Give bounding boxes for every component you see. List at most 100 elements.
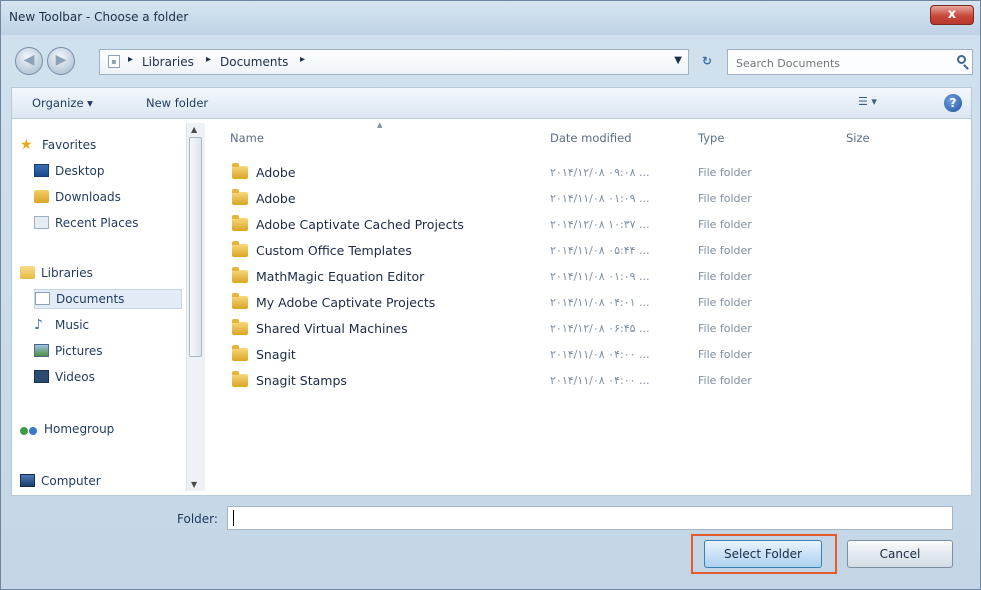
sidebar-item-label: Pictures [55,344,103,358]
sidebar-item-label: Downloads [55,190,121,204]
address-bar[interactable]: ▪ ▸ Libraries ▸ Documents ▸ ▼ [99,49,689,75]
sidebar-item-pictures[interactable]: Pictures [34,341,182,361]
breadcrumb-documents[interactable]: Documents [220,55,288,69]
sidebar-item-favorites[interactable]: ★ Favorites [20,135,182,155]
breadcrumb-separator-icon: ▸ [206,54,212,65]
homegroup-icon [20,421,38,435]
text-cursor [233,510,234,526]
breadcrumb-libraries[interactable]: Libraries [142,55,194,69]
file-row[interactable]: Adobe ۲۰۱۴/۱۲/۰۸ ۰۹:۰۸ ... File folder [224,162,964,184]
file-name: Shared Virtual Machines [256,321,408,336]
file-date: ۲۰۱۴/۱۲/۰۸ ۱۰:۳۷ ... [550,218,650,231]
sidebar-item-label: Music [55,318,90,332]
sidebar-item-videos[interactable]: Videos [34,367,182,387]
sidebar-item-label: Recent Places [55,216,139,230]
search-icon[interactable] [957,55,966,64]
file-type: File folder [698,374,752,387]
sidebar-item-label: Homegroup [44,422,115,436]
help-button[interactable]: ? [944,94,962,112]
folder-icon [232,163,248,179]
folder-icon [232,371,248,387]
folder-icon [232,241,248,257]
folder-icon [232,267,248,283]
sidebar-item-music[interactable]: ♪ Music [34,315,182,335]
file-type: File folder [698,296,752,309]
sidebar-item-documents[interactable]: Documents [34,289,182,309]
recent-places-icon [34,216,49,229]
sidebar-item-label: Libraries [41,266,93,280]
file-type: File folder [698,218,752,231]
sidebar-item-recent-places[interactable]: Recent Places [34,213,182,233]
sidebar-item-desktop[interactable]: Desktop [34,161,182,181]
refresh-button[interactable]: ↻ [691,49,723,75]
column-header-size[interactable]: Size [846,131,870,145]
file-date: ۲۰۱۴/۱۲/۰۸ ۰۶:۴۵ ... [550,322,650,335]
select-folder-button[interactable]: Select Folder [704,540,822,568]
file-name: MathMagic Equation Editor [256,269,425,284]
change-view-button[interactable]: ☰ ▾ [858,95,898,111]
cancel-button[interactable]: Cancel [847,540,953,568]
file-row[interactable]: MathMagic Equation Editor ۲۰۱۴/۱۱/۰۸ ۰۱:… [224,266,964,288]
address-dropdown-icon[interactable]: ▼ [674,55,682,66]
desktop-icon [34,164,49,177]
title-bar: New Toolbar - Choose a folder x [1,1,980,35]
column-header-type[interactable]: Type [698,131,724,145]
scroll-up-icon[interactable]: ▲ [191,125,197,134]
scrollbar-thumb[interactable] [189,137,202,357]
file-date: ۲۰۱۴/۱۱/۰۸ ۰۴:۰۰ ... [550,348,650,361]
file-row[interactable]: Custom Office Templates ۲۰۱۴/۱۱/۰۸ ۰۵:۴۴… [224,240,964,262]
file-row[interactable]: Adobe ۲۰۱۴/۱۱/۰۸ ۰۱:۰۹ ... File folder [224,188,964,210]
file-type: File folder [698,270,752,283]
file-name: Snagit [256,347,296,362]
file-row[interactable]: Snagit ۲۰۱۴/۱۱/۰۸ ۰۴:۰۰ ... File folder [224,344,964,366]
file-row[interactable]: Adobe Captivate Cached Projects ۲۰۱۴/۱۲/… [224,214,964,236]
sidebar-item-homegroup[interactable]: Homegroup [20,419,182,439]
forward-button[interactable]: ▶ [47,47,75,75]
sidebar-item-label: Favorites [42,138,97,152]
navigation-pane: ★ Favorites Desktop Downloads Recent Plac… [12,119,184,495]
file-date: ۲۰۱۴/۱۱/۰۸ ۰۱:۰۹ ... [550,270,650,283]
column-header-date-modified[interactable]: Date modified [550,131,632,145]
close-button[interactable]: x [930,5,974,25]
videos-icon [34,370,49,383]
sidebar-item-label: Documents [56,292,125,306]
back-button[interactable]: ◀ [15,47,43,75]
folder-field[interactable] [227,506,953,530]
dialog-footer: Folder: Select Folder Cancel [1,496,980,590]
file-type: File folder [698,192,752,205]
sidebar-item-computer[interactable]: Computer [20,471,182,491]
location-icon: ▪ [108,55,120,68]
search-input[interactable] [734,53,938,73]
file-name: Adobe [256,165,296,180]
scroll-down-icon[interactable]: ▼ [191,480,197,489]
file-row[interactable]: Shared Virtual Machines ۲۰۱۴/۱۲/۰۸ ۰۶:۴۵… [224,318,964,340]
file-type: File folder [698,166,752,179]
folder-label: Folder: [177,512,218,526]
folder-icon [232,293,248,309]
breadcrumb-separator-icon: ▸ [128,54,134,65]
documents-icon [35,292,50,305]
file-date: ۲۰۱۴/۱۱/۰۸ ۰۵:۴۴ ... [550,244,650,257]
sidebar-item-downloads[interactable]: Downloads [34,187,182,207]
downloads-icon [34,190,49,203]
folder-icon [232,319,248,335]
organize-menu[interactable]: Organize ▾ [32,96,93,110]
choose-folder-dialog: New Toolbar - Choose a folder x ◀ ▶ ▪ ▸ … [0,0,981,590]
file-name: My Adobe Captivate Projects [256,295,436,310]
navigation-scrollbar[interactable]: ▲ ▼ [186,123,205,491]
column-header-name[interactable]: Name [230,131,264,145]
file-row[interactable]: My Adobe Captivate Projects ۲۰۱۴/۱۱/۰۸ ۰… [224,292,964,314]
sort-indicator-icon: ▲ [377,121,383,129]
new-folder-button[interactable]: New folder [146,96,208,110]
file-type: File folder [698,322,752,335]
content-area: ★ Favorites Desktop Downloads Recent Plac… [11,119,972,496]
breadcrumb-separator-icon: ▸ [300,54,306,65]
search-box[interactable] [727,49,973,75]
file-row[interactable]: Snagit Stamps ۲۰۱۴/۱۱/۰۸ ۰۴:۰۰ ... File … [224,370,964,392]
sidebar-item-libraries[interactable]: Libraries [20,263,182,283]
file-date: ۲۰۱۴/۱۱/۰۸ ۰۴:۰۰ ... [550,374,650,387]
command-toolbar: Organize ▾ New folder ☰ ▾ ? [11,87,972,119]
music-icon: ♪ [34,317,43,333]
navigation-bar: ◀ ▶ ▪ ▸ Libraries ▸ Documents ▸ ▼ ↻ [1,37,980,85]
file-date: ۲۰۱۴/۱۲/۰۸ ۰۹:۰۸ ... [550,166,650,179]
